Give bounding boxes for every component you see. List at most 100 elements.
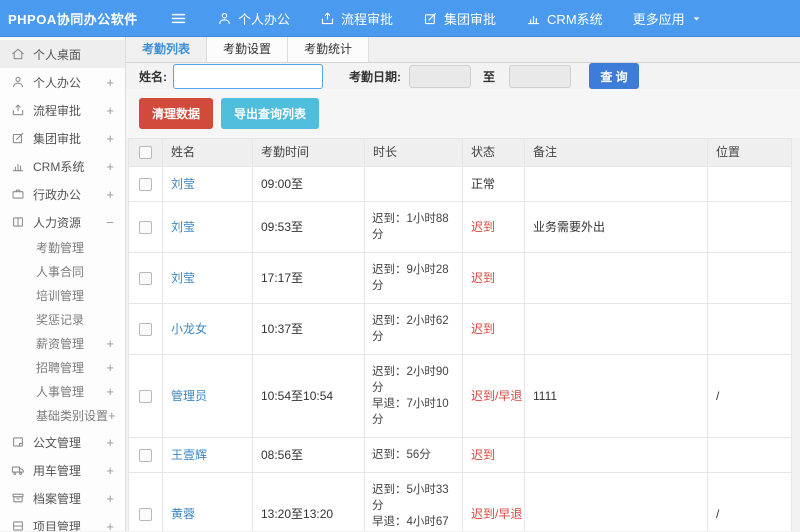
location-cell	[707, 437, 792, 473]
col-header-duration: 时长	[364, 138, 463, 167]
employee-name-link[interactable]: 刘莹	[171, 271, 195, 285]
sidebar-item-3[interactable]: 集团审批 +	[0, 124, 125, 152]
table-row-3: 小龙女 10:37至 迟到：2小时62分 迟到	[128, 303, 792, 355]
sidebar-subitem-6-6[interactable]: 人事管理 +	[0, 380, 125, 404]
employee-name-link[interactable]: 小龙女	[171, 322, 207, 336]
sidebar-subitem-6-4[interactable]: 薪资管理 +	[0, 332, 125, 356]
expand-icon: +	[106, 336, 114, 351]
sidebar-item-8[interactable]: 用车管理 +	[0, 456, 125, 484]
table-header-row: 姓名 考勤时间 时长 状态 备注 位置	[128, 138, 792, 167]
row-checkbox[interactable]	[139, 448, 152, 462]
date-to-input[interactable]	[509, 64, 572, 88]
row-checkbox[interactable]	[139, 177, 152, 191]
sidebar-item-2[interactable]: 流程审批 +	[0, 96, 125, 124]
employee-name-link[interactable]: 管理员	[171, 389, 207, 403]
nav-item-4[interactable]: 更多应用	[633, 9, 702, 28]
caret-down-icon	[691, 13, 702, 24]
table-row-0: 刘莹 09:00至 正常	[128, 166, 792, 202]
row-checkbox[interactable]	[139, 507, 152, 521]
duration-cell: 迟到：5小时33分早退：4小时67分	[364, 472, 463, 531]
project-icon	[11, 519, 25, 531]
chart-icon	[11, 159, 25, 173]
nav-item-0[interactable]: 个人办公	[217, 9, 290, 28]
nav-item-2[interactable]: 集团审批	[423, 9, 496, 28]
expand-icon: +	[106, 158, 114, 174]
row-checkbox[interactable]	[139, 220, 152, 234]
sidebar-item-4[interactable]: CRM系统 +	[0, 152, 125, 180]
export-list-button[interactable]: 导出查询列表	[221, 98, 320, 129]
clean-data-button[interactable]: 清理数据	[139, 98, 214, 129]
date-to-label: 至	[483, 69, 496, 84]
action-bar: 清理数据 导出查询列表	[126, 89, 800, 138]
note-cell	[524, 303, 708, 355]
sidebar-item-0[interactable]: 个人桌面	[0, 40, 125, 68]
row-checkbox[interactable]	[139, 322, 152, 336]
attendance-time: 13:20至13:20	[252, 472, 365, 531]
sidebar-item-1[interactable]: 个人办公 +	[0, 68, 125, 96]
col-header-note: 备注	[524, 138, 708, 167]
hamburger-icon[interactable]	[170, 10, 187, 27]
note-cell	[524, 472, 708, 531]
top-navigation: 个人办公 流程审批 集团审批 CRM系统 更多应用	[187, 9, 702, 28]
sidebar-subitem-6-2[interactable]: 培训管理	[0, 284, 125, 308]
sidebar-subitem-6-3[interactable]: 奖惩记录	[0, 308, 125, 332]
user-icon	[11, 75, 25, 89]
sidebar-item-6[interactable]: 人力资源 −	[0, 208, 125, 236]
flow-icon	[320, 11, 335, 26]
row-checkbox[interactable]	[139, 271, 152, 285]
attendance-time: 10:37至	[252, 303, 365, 355]
location-cell	[707, 303, 792, 355]
table-row-4: 管理员 10:54至10:54 迟到：2小时90分 早退：7小时10分 迟到/早退 111…	[128, 354, 792, 438]
approve-icon	[423, 11, 438, 26]
sidebar-item-10[interactable]: 项目管理 +	[0, 512, 125, 531]
col-header-time: 考勤时间	[252, 138, 365, 167]
expand-icon: +	[106, 434, 114, 450]
sidebar-item-9[interactable]: 档案管理 +	[0, 484, 125, 512]
sidebar-subitem-6-7[interactable]: 基础类别设置 +	[0, 404, 125, 428]
expand-icon: +	[106, 130, 114, 146]
sidebar-item-7[interactable]: 公文管理 +	[0, 428, 125, 456]
employee-name-link[interactable]: 刘莹	[171, 220, 195, 234]
note-cell	[524, 437, 708, 473]
tab-0[interactable]: 考勤列表	[126, 37, 208, 62]
tab-2[interactable]: 考勤统计	[288, 37, 370, 62]
nav-item-1[interactable]: 流程审批	[320, 9, 393, 28]
location-cell: /	[707, 472, 792, 531]
sidebar-item-5[interactable]: 行政办公 +	[0, 180, 125, 208]
status-badge: 正常	[471, 177, 496, 191]
note-cell: 1111	[524, 354, 708, 438]
employee-name-link[interactable]: 王壹辉	[171, 448, 207, 462]
expand-icon: +	[106, 102, 114, 118]
search-button[interactable]: 查 询	[589, 63, 640, 89]
name-label: 姓名:	[139, 69, 167, 84]
location-cell	[707, 166, 792, 202]
sidebar-subitem-6-5[interactable]: 招聘管理 +	[0, 356, 125, 380]
book-icon	[11, 215, 25, 229]
attendance-table: 姓名 考勤时间 时长 状态 备注 位置 刘莹 09:00至 正常 刘莹 09:53至 迟到…	[128, 138, 792, 531]
attendance-time: 10:54至10:54	[252, 354, 365, 438]
sidebar-subitem-6-0[interactable]: 考勤管理	[0, 236, 125, 260]
employee-name-link[interactable]: 刘莹	[171, 177, 195, 191]
chart-icon	[526, 11, 541, 26]
duration-cell	[364, 166, 463, 202]
tab-1[interactable]: 考勤设置	[207, 37, 289, 62]
select-all-checkbox[interactable]	[139, 146, 152, 159]
expand-icon: +	[106, 74, 114, 90]
name-input[interactable]	[173, 63, 323, 89]
app-logo: PHPOA协同办公软件	[8, 11, 138, 27]
flow-icon	[11, 103, 25, 117]
expand-icon: +	[106, 462, 114, 478]
employee-name-link[interactable]: 黄蓉	[171, 507, 195, 521]
expand-icon: +	[106, 384, 114, 399]
attendance-time: 09:53至	[252, 201, 365, 253]
attendance-time: 09:00至	[252, 166, 365, 202]
tab-bar: 考勤列表 考勤设置 考勤统计	[126, 37, 800, 63]
row-checkbox[interactable]	[139, 389, 152, 403]
attendance-table-container: 姓名 考勤时间 时长 状态 备注 位置 刘莹 09:00至 正常 刘莹 09:53至 迟到…	[128, 138, 792, 531]
date-from-input[interactable]	[409, 64, 471, 88]
status-badge: 迟到	[471, 322, 496, 336]
nav-item-3[interactable]: CRM系统	[526, 9, 603, 28]
sidebar-subitem-6-1[interactable]: 人事合同	[0, 260, 125, 284]
attendance-time: 17:17至	[252, 252, 365, 304]
duration-cell: 迟到：9小时28分	[364, 252, 463, 304]
